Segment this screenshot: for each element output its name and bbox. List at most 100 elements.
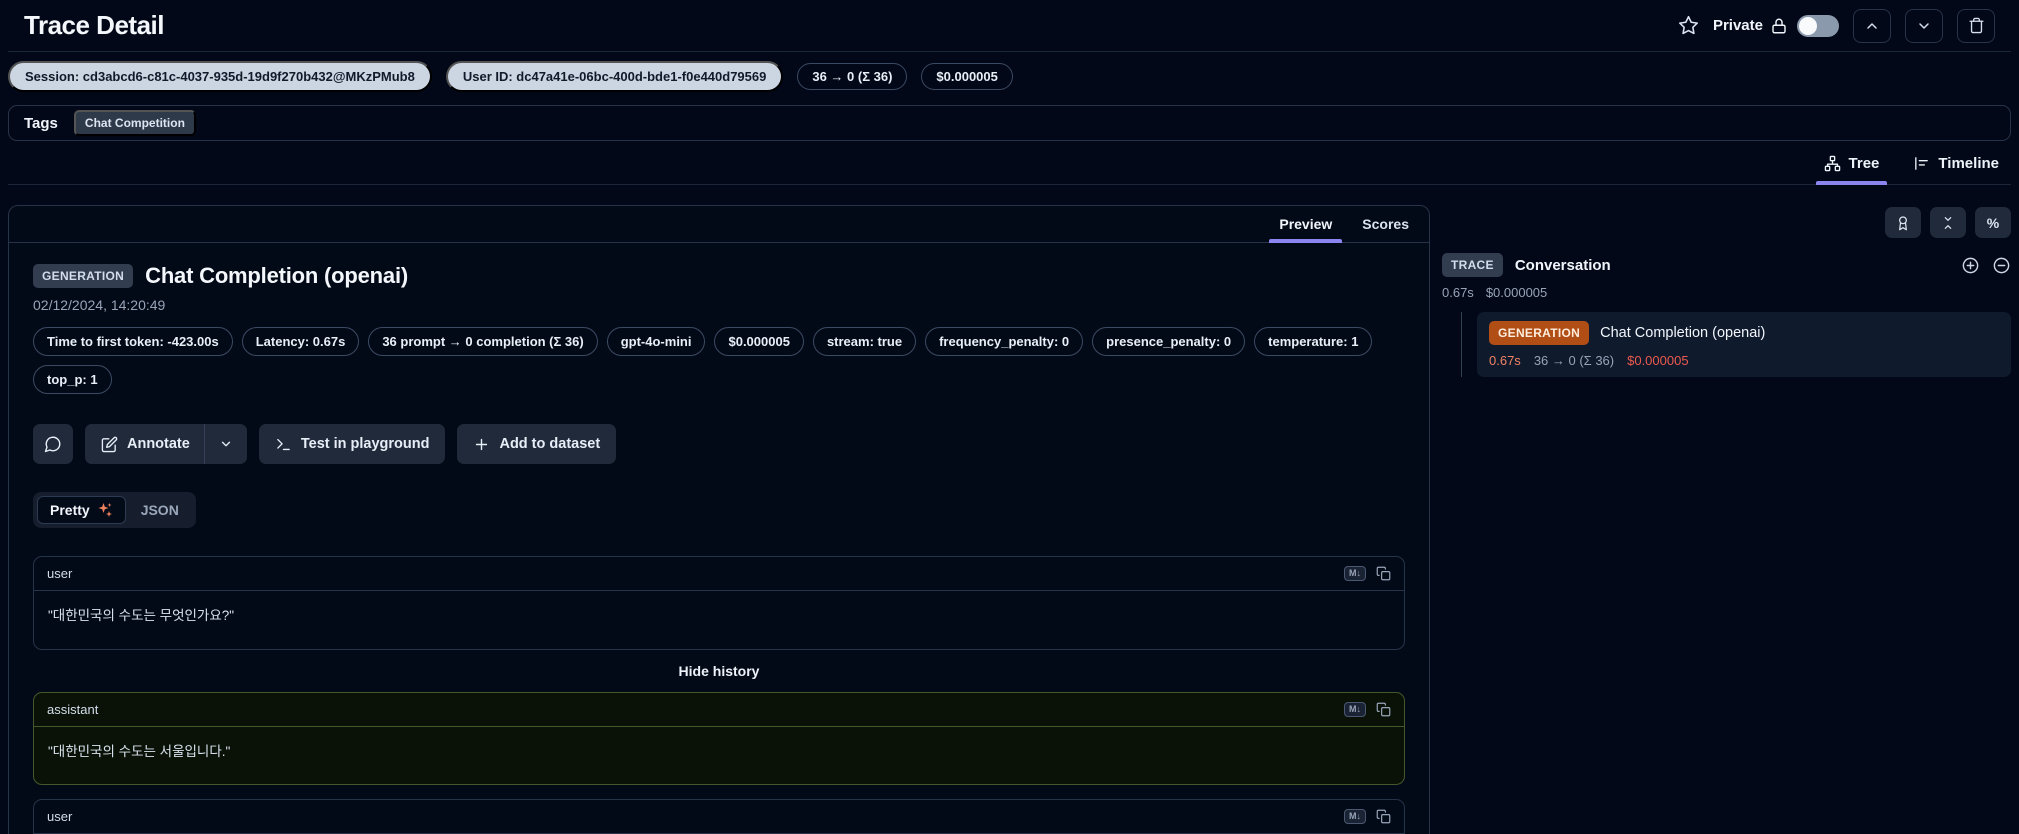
message-header: user M↓ <box>34 800 1404 834</box>
lock-icon <box>1770 17 1788 35</box>
tab-scores[interactable]: Scores <box>1360 215 1411 242</box>
markdown-toggle-icon[interactable]: M↓ <box>1344 701 1366 717</box>
page-header: Trace Detail Private <box>8 0 2011 52</box>
metric-badge: 36 prompt → 0 completion (Σ 36) <box>368 327 598 356</box>
expand-all-icon[interactable] <box>1961 256 1980 275</box>
hide-history-button[interactable]: Hide history <box>33 650 1405 692</box>
message-role: assistant <box>47 701 99 717</box>
observation-tokens: 36 → 0 (Σ 36) <box>1533 353 1615 368</box>
message-role: user <box>47 566 73 581</box>
message-tools: M↓ <box>1344 566 1391 581</box>
markdown-toggle-icon[interactable]: M↓ <box>1344 566 1366 581</box>
add-to-dataset-button[interactable]: Add to dataset <box>457 424 617 464</box>
bookmark-star-button[interactable] <box>1678 15 1699 36</box>
actions-row: Annotate Test in playground Add to datas… <box>33 424 1405 464</box>
message-tools: M↓ <box>1344 701 1391 717</box>
annotate-button[interactable]: Annotate <box>85 424 204 464</box>
message-box-user-1: user M↓ "대한민국의 수도는 무엇인가요?" <box>33 556 1405 650</box>
percent-icon: % <box>1986 214 2000 231</box>
test-in-playground-button[interactable]: Test in playground <box>258 424 446 464</box>
message-box-assistant: assistant M↓ "대한민국의 수도는 서울입니다." <box>33 691 1405 786</box>
annotate-dropdown-button[interactable] <box>205 424 247 464</box>
generation-header: GENERATION Chat Completion (openai) <box>33 263 1405 289</box>
star-icon <box>1678 15 1699 36</box>
format-json-button[interactable]: JSON <box>128 496 192 524</box>
tag-chip[interactable]: Chat Competition <box>73 110 196 136</box>
message-role: user <box>47 809 73 825</box>
observation-tree-branch: GENERATION Chat Completion (openai) 0.67… <box>1461 312 2011 377</box>
observation-latency: 0.67s <box>1489 353 1521 368</box>
session-badge[interactable]: Session: cd3abcd6-c81c-4037-935d-19d9f27… <box>8 61 432 92</box>
metric-badge: stream: true <box>812 327 917 356</box>
observation-item-metrics: 0.67s 36 → 0 (Σ 36) $0.000005 <box>1489 353 1999 368</box>
trace-root-row[interactable]: TRACE Conversation <box>1442 253 2011 277</box>
tree-icon <box>1824 155 1841 172</box>
trace-type-badge: TRACE <box>1442 253 1503 277</box>
trash-icon <box>1968 17 1985 34</box>
observation-type-badge: GENERATION <box>1489 321 1590 345</box>
collapse-all-button[interactable] <box>1930 207 1966 238</box>
message-header: assistant M↓ <box>34 693 1404 727</box>
message-bubble-icon <box>44 435 62 453</box>
previous-trace-button[interactable] <box>1853 8 1891 43</box>
message-content: "대한민국의 수도는 서울입니다." <box>48 743 231 759</box>
observation-item-title: Chat Completion (openai) <box>1600 325 1766 341</box>
message-gap <box>33 785 1405 799</box>
markdown-toggle-icon[interactable]: M↓ <box>1344 809 1366 825</box>
sparkles-icon <box>97 502 113 518</box>
copy-icon[interactable] <box>1376 702 1391 717</box>
collapse-icon[interactable] <box>1992 256 2011 275</box>
copy-icon[interactable] <box>1376 566 1391 581</box>
annotate-split-button: Annotate <box>85 424 247 464</box>
delete-trace-button[interactable] <box>1957 8 1995 43</box>
terminal-icon <box>275 436 292 453</box>
identifier-badges-row: Session: cd3abcd6-c81c-4037-935d-19d9f27… <box>8 61 2011 92</box>
trace-latency: 0.67s <box>1442 285 1474 300</box>
fold-vertical-icon <box>1940 215 1956 231</box>
observation-body: GENERATION Chat Completion (openai) 02/1… <box>9 243 1429 834</box>
metric-badge: Time to first token: -423.00s <box>33 327 233 356</box>
view-mode-tabs: Tree Timeline <box>8 141 2011 185</box>
public-toggle-switch[interactable] <box>1797 14 1839 37</box>
tab-timeline[interactable]: Timeline <box>1911 153 2001 184</box>
privacy-label: Private <box>1712 17 1763 34</box>
generation-timestamp: 02/12/2024, 14:20:49 <box>33 297 166 313</box>
panel-tabs: Preview Scores <box>9 206 1429 243</box>
tags-label: Tags <box>24 114 58 132</box>
tab-tree[interactable]: Tree <box>1815 153 1888 185</box>
privacy-control: Private <box>1712 14 1839 37</box>
header-actions: Private <box>1678 8 1995 43</box>
add-to-dataset-label: Add to dataset <box>499 436 601 452</box>
metric-badge: top_p: 1 <box>33 365 112 394</box>
messages-list: user M↓ "대한민국의 수도는 무엇인가요?" Hide history <box>33 556 1405 834</box>
user-id-badge[interactable]: User ID: dc47a41e-06bc-400d-bde1-f0e440d… <box>445 61 784 92</box>
observation-tree-item-selected[interactable]: GENERATION Chat Completion (openai) 0.67… <box>1477 312 2011 377</box>
tab-preview[interactable]: Preview <box>1269 215 1343 243</box>
metric-badge: temperature: 1 <box>1254 327 1373 356</box>
chevron-up-icon <box>1864 18 1880 34</box>
observation-item-header: GENERATION Chat Completion (openai) <box>1489 321 1999 345</box>
chevron-down-icon <box>1916 18 1932 34</box>
trace-cost: $0.000005 <box>1485 285 1548 300</box>
playground-label: Test in playground <box>300 436 430 452</box>
comments-button[interactable] <box>33 424 73 464</box>
total-cost-badge: $0.000005 <box>921 63 1013 90</box>
format-pretty-button[interactable]: Pretty <box>37 496 126 524</box>
tags-container: Tags Chat Competition <box>8 105 2011 141</box>
page-title: Trace Detail <box>24 10 164 40</box>
scores-toggle-button[interactable] <box>1885 207 1921 238</box>
message-tools: M↓ <box>1344 809 1391 825</box>
metrics-toggle-button[interactable]: % <box>1975 207 2011 238</box>
message-box-user-2: user M↓ "감사합니다 " <box>33 799 1405 834</box>
metric-badge: $0.000005 <box>714 327 804 356</box>
metric-badge: frequency_penalty: 0 <box>925 327 1084 356</box>
generation-title: Chat Completion (openai) <box>145 263 408 288</box>
trace-tree-sidebar: % TRACE Conversation 0.67s $0.000005 GEN… <box>1442 205 2011 377</box>
timeline-icon <box>1913 155 1930 172</box>
metric-badge: presence_penalty: 0 <box>1092 327 1246 356</box>
next-trace-button[interactable] <box>1905 8 1943 43</box>
metric-badges-row: Time to first token: -423.00s Latency: 0… <box>33 327 1405 394</box>
generation-type-badge: GENERATION <box>33 264 134 288</box>
copy-icon[interactable] <box>1376 809 1391 824</box>
award-icon <box>1895 215 1911 231</box>
